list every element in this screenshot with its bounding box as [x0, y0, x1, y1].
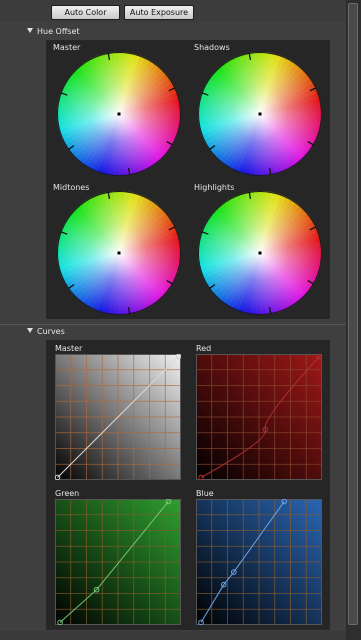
auto-exposure-button[interactable]: Auto Exposure: [124, 5, 194, 20]
curve-label-blue: Blue: [196, 489, 214, 498]
curve-label-green: Green: [55, 489, 80, 498]
curve-graph-master[interactable]: [55, 354, 181, 480]
collapse-triangle-icon[interactable]: [27, 328, 33, 333]
curve-graph-green[interactable]: [55, 499, 181, 625]
curves-header[interactable]: Curves: [0, 326, 346, 338]
hue-offset-title: Hue Offset: [37, 27, 80, 36]
color-wheel-shadows[interactable]: [197, 51, 323, 177]
hue-offset-header[interactable]: Hue Offset: [0, 26, 346, 38]
color-wheel-midtones[interactable]: [56, 190, 182, 316]
color-wheel-master[interactable]: [56, 51, 182, 177]
curve-graph-red[interactable]: [196, 354, 322, 480]
toolbar: Auto Color Auto Exposure: [0, 0, 346, 22]
section-divider: [0, 324, 346, 325]
color-wheel-highlights[interactable]: [197, 190, 323, 316]
collapse-triangle-icon[interactable]: [27, 28, 33, 33]
curve-graph-blue[interactable]: [196, 499, 322, 625]
curve-label-master: Master: [55, 344, 83, 353]
bottom-strip: [0, 631, 346, 640]
auto-color-button[interactable]: Auto Color: [51, 5, 120, 20]
scrollbar-thumb[interactable]: [348, 3, 358, 625]
curves-title: Curves: [37, 327, 65, 336]
curve-label-red: Red: [196, 344, 212, 353]
